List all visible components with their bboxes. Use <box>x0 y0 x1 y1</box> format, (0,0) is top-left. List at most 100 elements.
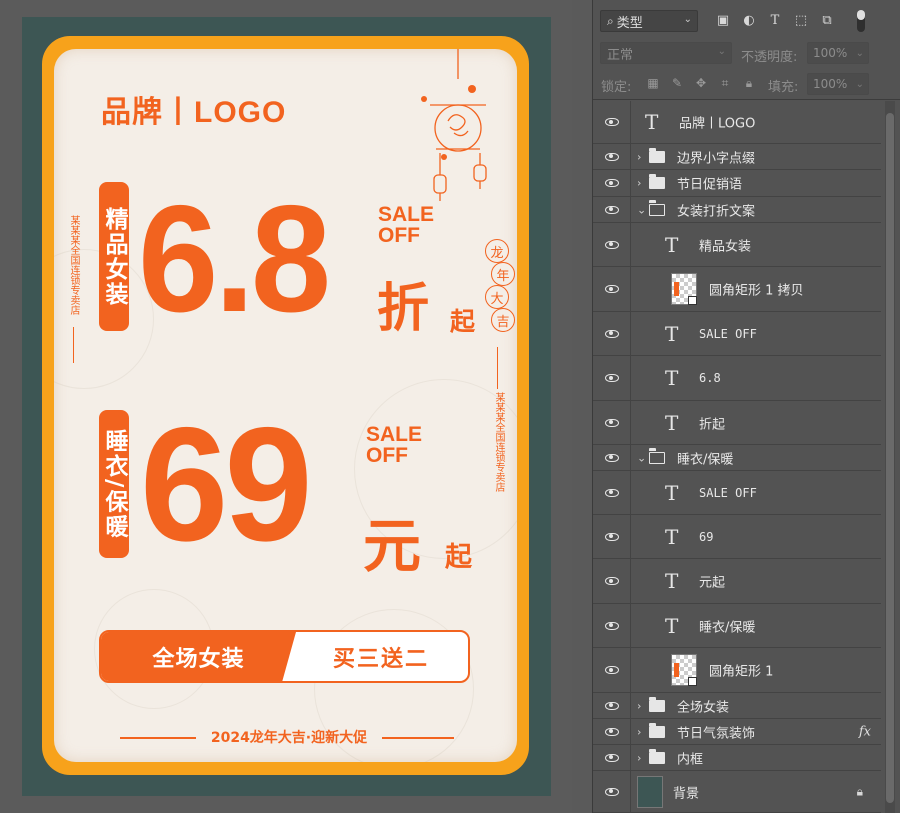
eye-icon <box>604 727 619 736</box>
scrollbar-thumb[interactable] <box>886 113 894 803</box>
folder-icon <box>649 174 665 189</box>
layer-row[interactable]: › 内框 <box>593 745 881 771</box>
visibility-toggle[interactable] <box>593 267 631 311</box>
visibility-toggle[interactable] <box>593 559 631 603</box>
opacity-field[interactable]: 100% ⌄ <box>807 42 869 64</box>
chevron-right-icon[interactable]: › <box>637 150 641 163</box>
eye-icon <box>604 152 619 161</box>
layer-name: 内框 <box>677 752 704 767</box>
text-layer-icon: T <box>665 480 679 505</box>
chevron-right-icon[interactable]: › <box>637 699 641 712</box>
layer-name: 精品女装 <box>699 239 752 254</box>
visibility-toggle[interactable] <box>593 312 631 355</box>
layer-row[interactable]: › 全场女装 <box>593 693 881 719</box>
text-layer-icon: T <box>665 321 679 346</box>
visibility-toggle[interactable] <box>593 745 631 770</box>
eye-icon <box>604 240 619 249</box>
visibility-toggle[interactable] <box>593 693 631 718</box>
layer-name: 圆角矩形 1 <box>709 664 774 680</box>
layer-row[interactable]: 圆角矩形 1 <box>593 648 881 693</box>
lock-brush-icon[interactable]: ✎ <box>670 76 684 90</box>
text-layer-icon: T <box>645 110 659 134</box>
layer-name: 女装打折文案 <box>677 204 756 219</box>
visibility-toggle[interactable] <box>593 170 631 196</box>
adjustment-filter-icon[interactable]: ◐ <box>741 12 757 28</box>
fill-value: 100% <box>813 77 848 91</box>
visibility-toggle[interactable] <box>593 401 631 444</box>
seal-char: 龙 <box>485 239 509 263</box>
filter-toggle[interactable] <box>857 10 865 32</box>
eye-icon <box>604 787 619 796</box>
visibility-toggle[interactable] <box>593 101 631 143</box>
fill-label: 填充: <box>768 80 799 95</box>
lock-transparent-icon[interactable]: ▦ <box>646 76 660 90</box>
layers-scrollbar[interactable] <box>885 101 895 813</box>
layer-row[interactable]: T SALE OFF <box>593 312 881 356</box>
layer-row[interactable]: T 元起 <box>593 559 881 604</box>
smart-object-filter-icon[interactable]: ⧉ <box>819 12 835 28</box>
layer-row[interactable]: T 睡衣/保暖 <box>593 604 881 648</box>
chevron-right-icon[interactable]: › <box>637 751 641 764</box>
bottom-price-number: 69 <box>140 394 313 575</box>
layer-row[interactable]: T 69 <box>593 515 881 559</box>
lock-artboard-icon[interactable]: ⌗ <box>718 76 732 90</box>
shape-filter-icon[interactable]: ⬚ <box>793 12 809 28</box>
layer-row[interactable]: ⌄ 睡衣/保暖 <box>593 445 881 471</box>
pixel-filter-icon[interactable]: ▣ <box>715 12 731 28</box>
blend-mode-select[interactable]: 正常 ⌄ <box>600 42 732 64</box>
footer-text: 2024龙年大吉·迎新大促 <box>210 730 368 746</box>
visibility-toggle[interactable] <box>593 356 631 400</box>
visibility-toggle[interactable] <box>593 144 631 169</box>
canvas-area[interactable]: 品牌丨LOGO 某某某全国连锁专卖店 某某某全国连锁专卖店 精品女装 6.8 S… <box>0 0 572 813</box>
layer-row[interactable]: ⌄ 女装打折文案 <box>593 197 881 223</box>
layer-name: 圆角矩形 1 拷贝 <box>709 283 804 299</box>
visibility-toggle[interactable] <box>593 719 631 744</box>
chevron-right-icon[interactable]: › <box>637 177 641 190</box>
side-line-right <box>497 347 498 389</box>
visibility-toggle[interactable] <box>593 515 631 558</box>
layer-row[interactable]: › 边界小字点缀 <box>593 144 881 170</box>
filter-kind-select[interactable]: ⌕ 类型 ⌄ <box>600 10 698 32</box>
fill-field[interactable]: 100% ⌄ <box>807 73 869 95</box>
layer-name: 折起 <box>699 417 726 432</box>
layer-row[interactable]: › 节日气氛装饰 fx <box>593 719 881 745</box>
type-filter-icon[interactable]: T <box>767 12 783 28</box>
eye-icon <box>604 577 619 585</box>
layer-row[interactable]: T SALE OFF <box>593 471 881 515</box>
layer-effects-badge[interactable]: fx <box>859 724 871 739</box>
shape-badge-icon <box>688 677 697 686</box>
shape-badge-icon <box>688 296 697 305</box>
seal-char: 大 <box>485 285 509 309</box>
layer-name: 背景 <box>673 786 700 801</box>
eye-icon <box>604 118 619 126</box>
layer-row[interactable]: T 精品女装 <box>593 223 881 267</box>
layer-row[interactable]: T 6.8 <box>593 356 881 401</box>
visibility-toggle[interactable] <box>593 197 631 222</box>
chevron-down-icon: ⌄ <box>717 46 726 57</box>
layer-name: 元起 <box>699 575 726 591</box>
text-layer-icon: T <box>665 569 679 593</box>
visibility-toggle[interactable] <box>593 604 631 647</box>
side-text-right: 某某某全国连锁专卖店 <box>493 392 504 492</box>
visibility-toggle[interactable] <box>593 471 631 514</box>
promo-right: 买三送二 <box>332 646 429 672</box>
eye-icon <box>604 418 619 427</box>
lock-move-icon[interactable]: ✥ <box>694 76 708 90</box>
layer-row[interactable]: T 折起 <box>593 401 881 445</box>
visibility-toggle[interactable] <box>593 771 631 812</box>
eye-icon <box>604 666 619 674</box>
eye-icon <box>604 532 619 541</box>
visibility-toggle[interactable] <box>593 223 631 266</box>
layer-row[interactable]: › 节日促销语 <box>593 170 881 197</box>
chevron-right-icon[interactable]: › <box>637 725 641 738</box>
layer-row[interactable]: T 品牌丨LOGO <box>593 101 881 144</box>
visibility-toggle[interactable] <box>593 445 631 470</box>
layer-name: 睡衣/保暖 <box>677 452 734 467</box>
chevron-down-icon[interactable]: ⌄ <box>637 203 646 216</box>
lock-all-icon[interactable]: 🔒︎ <box>742 76 756 90</box>
visibility-toggle[interactable] <box>593 648 631 692</box>
seal-char: 吉 <box>491 308 515 332</box>
layer-row[interactable]: 圆角矩形 1 拷贝 <box>593 267 881 312</box>
layer-row[interactable]: 背景 🔒︎ <box>593 771 881 813</box>
chevron-down-icon[interactable]: ⌄ <box>637 451 646 464</box>
